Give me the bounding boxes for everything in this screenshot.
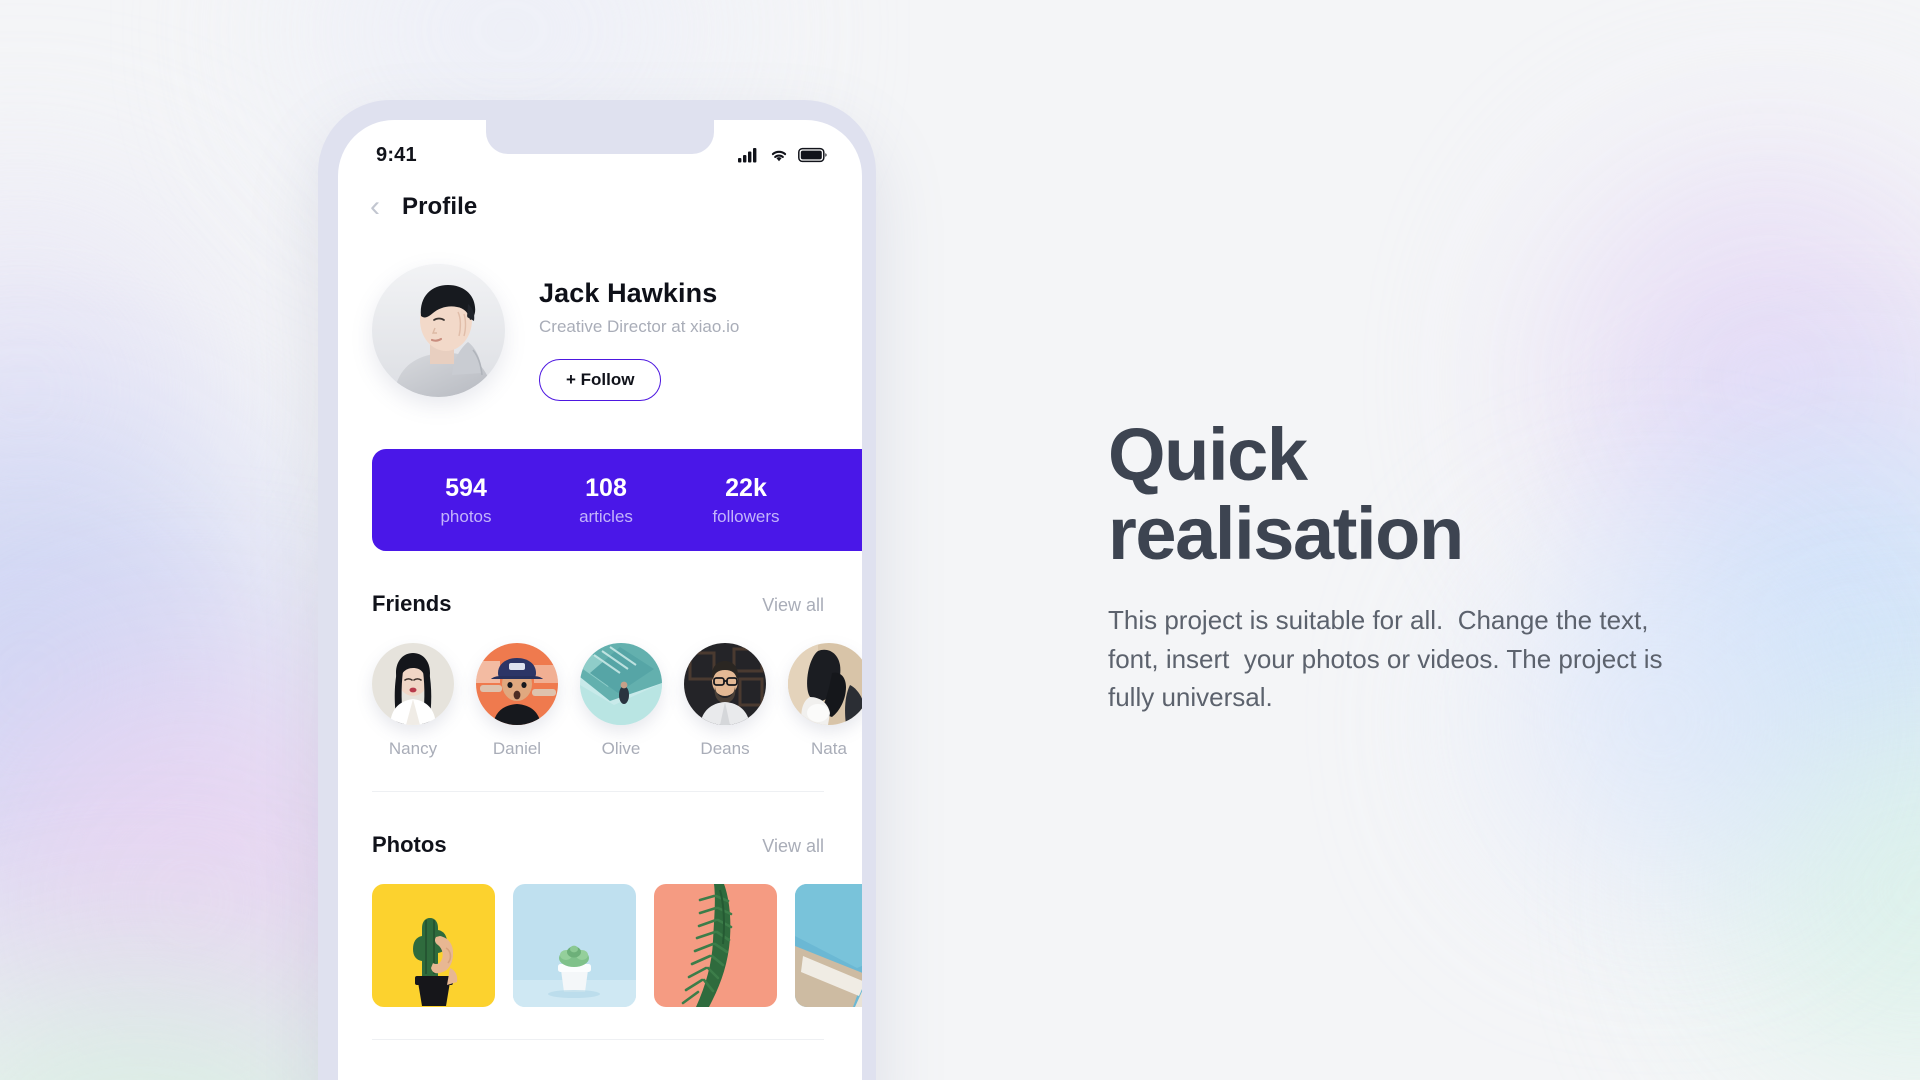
photos-section-header: Photos View all <box>338 832 862 858</box>
marketing-body: This project is suitable for all. Change… <box>1108 605 1670 713</box>
stat-photos[interactable]: 594 photos <box>396 474 536 527</box>
page-title: Profile <box>402 193 478 220</box>
photo-item[interactable] <box>654 884 777 1007</box>
photos-view-all-link[interactable]: View all <box>762 836 824 857</box>
marketing-heading: Quick realisation <box>1108 413 1708 576</box>
friend-avatar <box>788 643 862 725</box>
profile-meta: Jack Hawkins Creative Director at xiao.i… <box>539 264 739 401</box>
stat-value: 594 <box>445 473 487 502</box>
stat-label: articles <box>579 506 633 526</box>
friend-item[interactable]: Olive <box>580 643 662 759</box>
avatar[interactable] <box>372 264 505 397</box>
photo-plant-coral <box>654 884 777 1007</box>
avatar-photo <box>372 264 505 397</box>
stat-articles[interactable]: 108 articles <box>536 474 676 527</box>
marketing-heading-line1: Quick <box>1108 413 1308 496</box>
wifi-icon <box>771 150 787 162</box>
stats-bar: 594 photos 108 articles 22k followers <box>372 449 862 551</box>
photo-architecture-blue <box>795 884 862 1007</box>
friend-name: Olive <box>601 739 641 758</box>
friend-item[interactable]: Deans <box>684 643 766 759</box>
friend-name: Daniel <box>492 739 542 758</box>
friend-item[interactable]: Daniel <box>476 643 558 759</box>
marketing-panel: Quick realisation This project is suitab… <box>1108 415 1708 717</box>
profile-name: Jack Hawkins <box>539 278 718 308</box>
stat-label: photos <box>440 506 492 526</box>
friend-photo-nata <box>788 643 862 725</box>
friend-avatar <box>684 643 766 725</box>
friends-list: Nancy Daniel Olive Deans Nata <box>338 617 862 759</box>
photo-cactus-yellow <box>372 884 495 1007</box>
follow-button[interactable]: + Follow <box>539 359 662 401</box>
friend-name: Deans <box>700 739 750 758</box>
profile-role: Creative Director at xiao.io <box>539 317 740 336</box>
friend-photo-nancy <box>372 643 454 725</box>
profile-header: Jack Hawkins Creative Director at xiao.i… <box>338 222 862 401</box>
friend-name: Nata <box>811 739 847 758</box>
photos-title: Photos <box>372 832 447 857</box>
stat-value: 108 <box>585 473 627 502</box>
status-time: 9:41 <box>376 143 417 166</box>
section-divider <box>372 1039 824 1040</box>
friends-section-header: Friends View all <box>338 591 862 617</box>
friend-photo-daniel <box>476 643 558 725</box>
stat-followers[interactable]: 22k followers <box>676 474 816 527</box>
friends-view-all-link[interactable]: View all <box>762 595 824 616</box>
friend-avatar <box>476 643 558 725</box>
cellular-signal-icon <box>738 148 757 163</box>
status-bar: 9:41 <box>338 120 862 176</box>
chevron-left-icon[interactable]: ‹ <box>370 192 380 222</box>
battery-icon <box>798 147 827 163</box>
photo-item[interactable] <box>372 884 495 1007</box>
status-icons <box>738 147 828 163</box>
stat-value: 22k <box>725 473 767 502</box>
photo-succulent-blue <box>513 884 636 1007</box>
friend-name: Nancy <box>388 739 438 758</box>
friend-item[interactable]: Nancy <box>372 643 454 759</box>
photos-list <box>338 858 862 1007</box>
friend-avatar <box>372 643 454 725</box>
friend-item[interactable]: Nata <box>788 643 862 759</box>
friend-photo-olive <box>580 643 662 725</box>
friend-avatar <box>580 643 662 725</box>
phone-mockup: 9:41 ‹ Profile Jack Hawkins Creative Dir… <box>318 100 876 1080</box>
photo-item[interactable] <box>795 884 862 1007</box>
phone-screen: 9:41 ‹ Profile Jack Hawkins Creative Dir… <box>338 120 862 1080</box>
friend-photo-deans <box>684 643 766 725</box>
photo-item[interactable] <box>513 884 636 1007</box>
section-divider <box>372 791 824 792</box>
stat-label: followers <box>712 506 780 526</box>
friends-title: Friends <box>372 591 452 616</box>
marketing-heading-line2: realisation <box>1108 492 1464 576</box>
